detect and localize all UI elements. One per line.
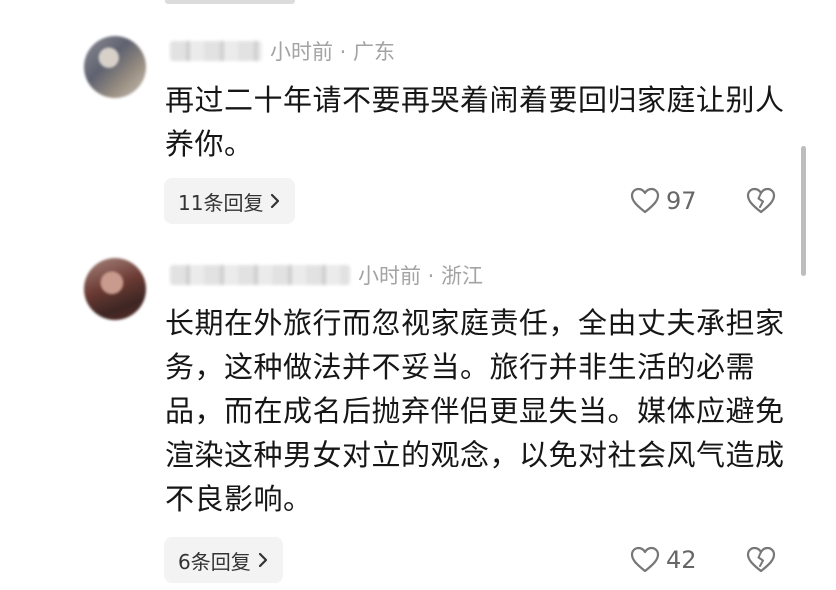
previous-comment-edge xyxy=(165,0,295,4)
comment-time-location: 小时前 · 浙江 xyxy=(358,264,484,288)
view-replies-button[interactable]: 6条回复 xyxy=(164,537,283,583)
comment-meta: 小时前 · 广东 xyxy=(170,36,395,66)
username-blurred[interactable] xyxy=(170,265,350,285)
like-count: 97 xyxy=(666,187,697,215)
avatar[interactable] xyxy=(84,36,146,98)
broken-heart-icon[interactable] xyxy=(746,545,776,575)
avatar[interactable] xyxy=(84,258,146,320)
heart-outline-icon xyxy=(630,187,660,214)
username-blurred[interactable] xyxy=(170,41,262,61)
replies-count-label: 6条回复 xyxy=(178,549,251,574)
like-button[interactable]: 97 xyxy=(630,181,697,221)
like-button[interactable]: 42 xyxy=(630,540,697,580)
comment-time-location: 小时前 · 广东 xyxy=(270,40,396,64)
replies-count-label: 11条回复 xyxy=(178,190,264,215)
heart-outline-icon xyxy=(630,546,660,573)
chevron-right-icon xyxy=(271,193,280,209)
comment-text[interactable]: 长期在外旅行而忽视家庭责任，全由丈夫承担家务，这种做法并不妥当。旅行并非生活的必… xyxy=(165,301,790,521)
chevron-right-icon xyxy=(258,552,267,568)
scrollbar[interactable] xyxy=(801,146,806,276)
comment-meta: 小时前 · 浙江 xyxy=(170,260,483,290)
view-replies-button[interactable]: 11条回复 xyxy=(164,178,296,224)
like-count: 42 xyxy=(666,546,697,574)
comment-text[interactable]: 再过二十年请不要再哭着闹着要回归家庭让别人养你。 xyxy=(165,78,790,166)
broken-heart-icon[interactable] xyxy=(746,186,776,216)
